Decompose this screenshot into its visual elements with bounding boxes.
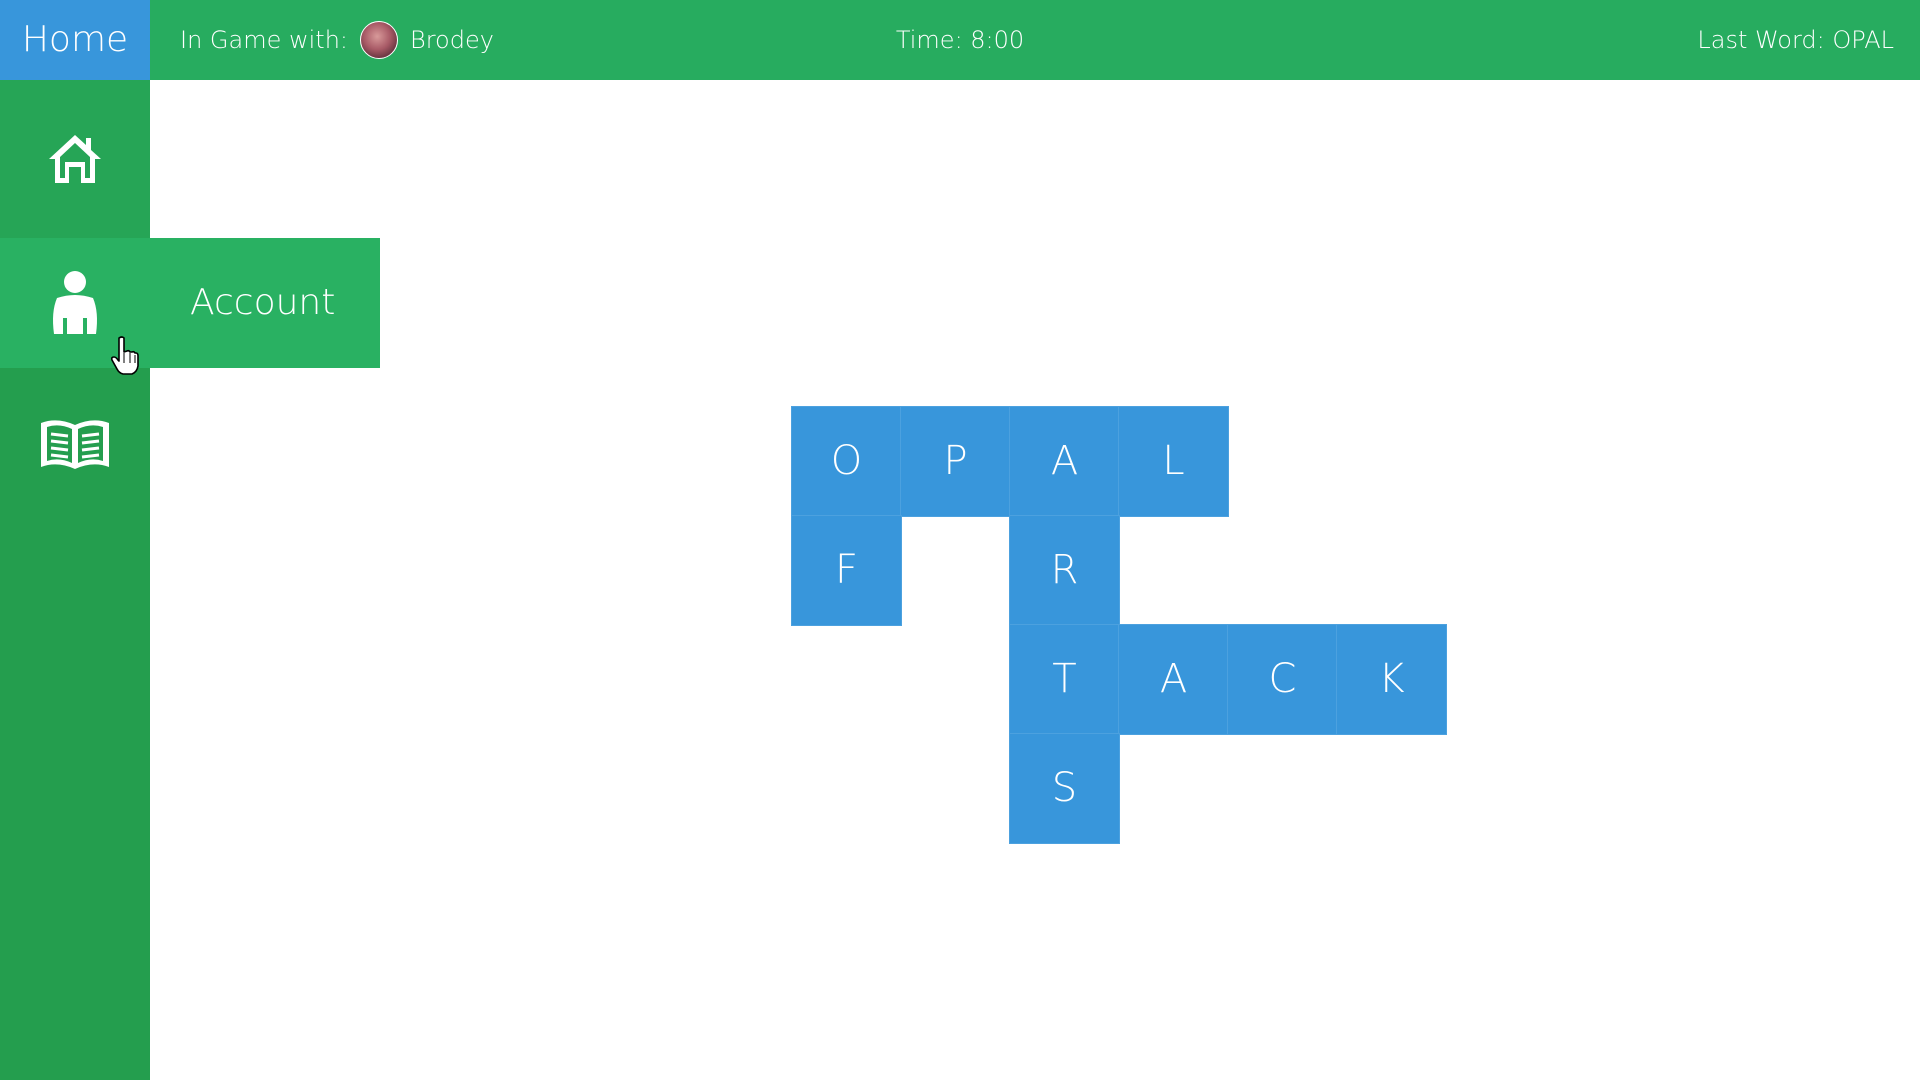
letter-tile[interactable]: S: [1009, 733, 1120, 844]
letter-tile[interactable]: O: [791, 406, 902, 517]
letter-tile[interactable]: T: [1009, 624, 1120, 735]
letter-tile[interactable]: C: [1227, 624, 1338, 735]
letter-tile[interactable]: P: [900, 406, 1011, 517]
letter-tile[interactable]: L: [1118, 406, 1229, 517]
letter-tile[interactable]: A: [1009, 406, 1120, 517]
letter-tile[interactable]: R: [1009, 515, 1120, 626]
letter-board: OPAL FRTACK S: [0, 0, 1920, 1080]
letter-tile[interactable]: K: [1336, 624, 1447, 735]
letter-tile[interactable]: A: [1118, 624, 1229, 735]
letter-tile[interactable]: F: [791, 515, 902, 626]
